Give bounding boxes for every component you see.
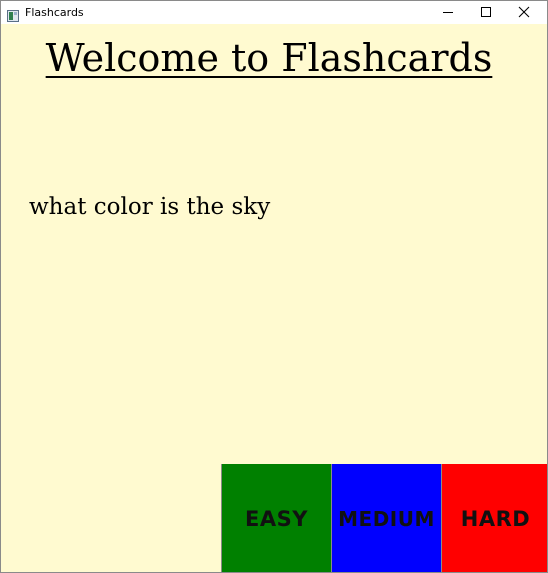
- minimize-icon: [442, 3, 454, 22]
- maximize-button[interactable]: [467, 1, 505, 24]
- app-window: Flashcards Welcome to Flashcards what co…: [0, 0, 548, 573]
- flashcard-question: what color is the sky: [29, 194, 271, 220]
- title-bar[interactable]: Flashcards: [1, 1, 547, 24]
- window-title: Flashcards: [25, 6, 84, 19]
- easy-button[interactable]: EASY: [221, 464, 331, 572]
- close-icon: [518, 3, 530, 22]
- close-button[interactable]: [505, 1, 543, 24]
- app-icon: [7, 7, 19, 22]
- minimize-button[interactable]: [429, 1, 467, 24]
- page-title: Welcome to Flashcards: [45, 36, 493, 80]
- hard-button[interactable]: HARD: [441, 464, 547, 572]
- medium-button[interactable]: MEDIUM: [331, 464, 441, 572]
- main-content: Welcome to Flashcards what color is the …: [1, 24, 547, 572]
- maximize-icon: [480, 3, 492, 22]
